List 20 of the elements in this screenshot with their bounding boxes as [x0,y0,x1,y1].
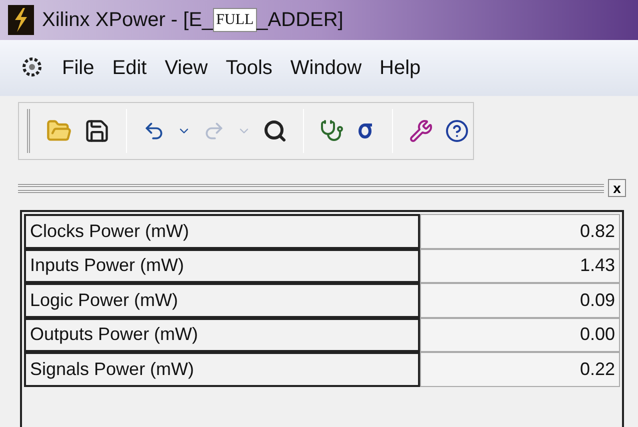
table-cell: Signals Power (mW) [24,352,420,386]
table-cell: Logic Power (mW) [24,283,420,318]
table-cell: 0.22 [420,352,620,386]
menu-item[interactable]: Tools [226,53,272,83]
menu-item[interactable]: Edit [112,53,147,83]
table-cell: Outputs Power (mW) [24,318,420,352]
table-cell: Clocks Power (mW) [24,214,420,248]
menu-item[interactable]: Help [380,53,421,83]
lightning-icon [8,5,34,35]
table-cell: Inputs Power (mW) [24,248,420,283]
table-cell: 0.09 [420,283,620,318]
window-title: Xilinx XPower - [E_FULL_ADDER] [42,6,344,34]
close-button[interactable]: x [608,179,626,197]
title-highlight: FULL [213,8,257,32]
menu-item[interactable]: View [164,53,208,83]
menu-item[interactable]: Window [290,53,362,83]
table-cell: 0.00 [420,318,620,352]
table-cell: 0.82 [420,214,620,248]
table-cell: 1.43 [420,248,620,283]
menu-item[interactable]: File [62,53,94,83]
